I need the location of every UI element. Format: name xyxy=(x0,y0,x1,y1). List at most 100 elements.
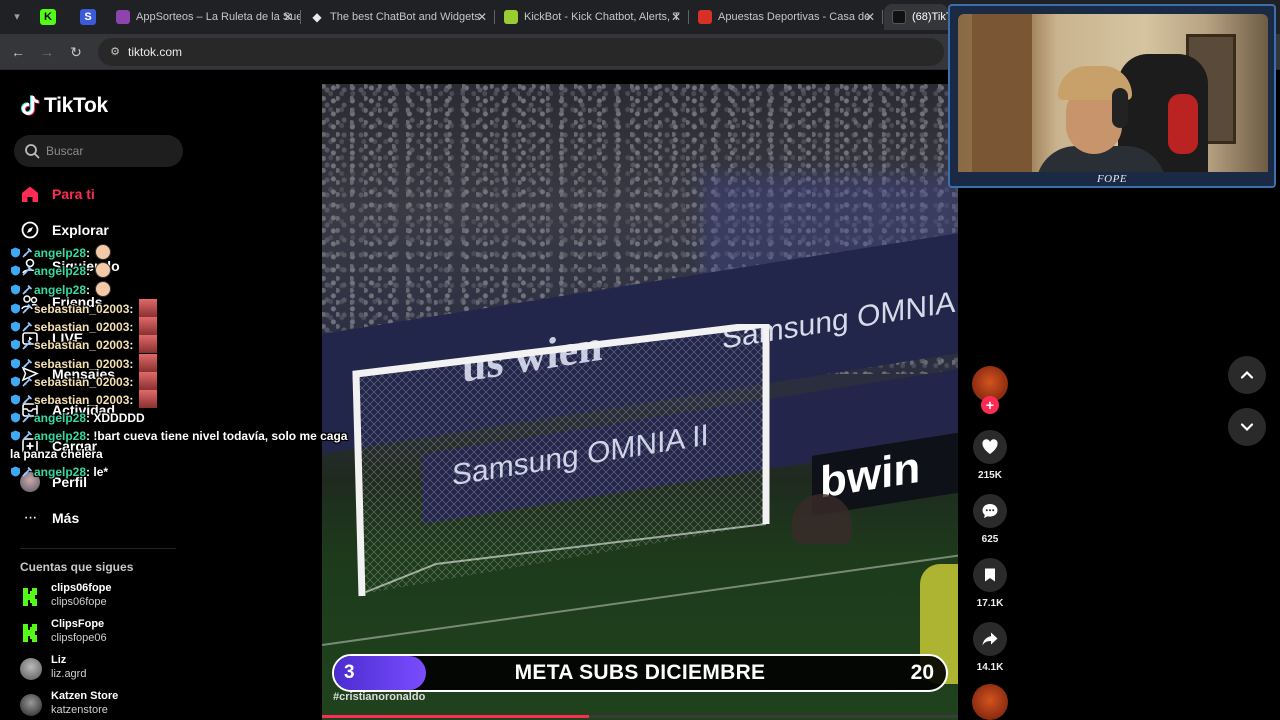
sidebar-divider xyxy=(20,548,176,549)
chat-badge-icon xyxy=(11,247,20,258)
forward-arrow-icon[interactable]: → xyxy=(37,42,57,62)
chat-text: XDDDDD xyxy=(93,410,145,425)
url-text[interactable]: tiktok.com xyxy=(128,38,182,66)
next-creator-avatar[interactable] xyxy=(972,684,1008,720)
chat-message: sebastian_02003: xyxy=(10,298,370,317)
stream-chat-overlay: angelp28: angelp28: angelp28: sebastian_… xyxy=(10,244,370,481)
browser-tab[interactable]: Apuestas Deportivas - Casa de ✕ xyxy=(690,4,883,30)
tab-close-icon[interactable]: ✕ xyxy=(477,4,487,30)
sword-badge-icon xyxy=(22,466,33,477)
chat-username: angelp28 xyxy=(34,428,87,443)
followed-account[interactable]: ClipsFope clipsfope06 xyxy=(20,618,220,650)
chat-emote xyxy=(95,280,112,297)
search-box[interactable] xyxy=(14,135,183,167)
compass-icon xyxy=(20,220,40,240)
chat-username: sebastian_02003 xyxy=(34,356,130,371)
heart-icon xyxy=(982,439,998,454)
nav-explorar[interactable]: Explorar xyxy=(20,217,220,243)
headset xyxy=(1112,88,1128,128)
comment-button[interactable]: 625 xyxy=(970,494,1010,545)
followed-account[interactable]: clips06fope clips06fope xyxy=(20,582,220,614)
nav-mas[interactable]: ··· Más xyxy=(20,505,220,531)
pinned-tab-kick[interactable]: K xyxy=(40,9,56,25)
chat-username: sebastian_02003 xyxy=(34,338,130,353)
brand-name: TikTok xyxy=(44,94,108,117)
tab-close-icon[interactable]: ✕ xyxy=(671,4,681,30)
chevron-up-icon xyxy=(1240,370,1254,379)
chat-username: sebastian_02003 xyxy=(34,375,130,390)
chevron-down-icon xyxy=(1240,423,1254,432)
tab-close-icon[interactable]: ✕ xyxy=(865,4,875,30)
share-arrow-icon xyxy=(982,632,998,646)
chat-badge-icon xyxy=(11,466,20,477)
chat-emote xyxy=(138,372,157,391)
browser-tab[interactable]: KickBot - Kick Chatbot, Alerts, T ✕ xyxy=(496,4,689,30)
chat-username: angelp28 xyxy=(34,410,87,425)
sword-badge-icon xyxy=(22,284,33,295)
back-arrow-icon[interactable]: ← xyxy=(8,42,28,62)
followed-account[interactable]: Liz liz.agrd xyxy=(20,654,220,686)
tab-favicon-icon xyxy=(698,10,712,24)
chat-message: angelp28: xyxy=(10,262,370,280)
save-button[interactable]: 17.1K xyxy=(970,558,1010,609)
kick-logo-icon xyxy=(20,586,42,608)
sub-goal-target: 20 xyxy=(910,661,934,684)
follow-plus-icon[interactable]: + xyxy=(981,396,999,414)
tab-search-chevron-icon[interactable]: ▾ xyxy=(8,8,26,26)
chat-badge-icon xyxy=(11,358,20,369)
chat-message: angelp28: xyxy=(10,244,370,262)
sword-badge-icon xyxy=(22,377,33,387)
share-button[interactable]: 14.1K xyxy=(970,622,1010,673)
tab-close-icon[interactable]: ✕ xyxy=(283,4,293,30)
bookmark-icon xyxy=(985,568,995,582)
browser-tab[interactable]: ◆ The best ChatBot and Widgets ✕ xyxy=(302,4,495,30)
like-button[interactable]: 215K xyxy=(970,430,1010,481)
reload-icon[interactable]: ↻ xyxy=(66,42,86,62)
more-icon: ··· xyxy=(23,509,38,526)
chat-badge-icon xyxy=(11,339,20,350)
chat-message: angelp28: xyxy=(10,280,370,299)
chat-username: sebastian_02003 xyxy=(34,301,130,316)
chat-emote xyxy=(138,317,157,336)
pinned-tab-streamlabs[interactable]: S xyxy=(80,9,96,25)
chat-emote xyxy=(95,262,112,279)
chat-text: le* xyxy=(93,464,109,479)
chat-emote xyxy=(138,335,157,354)
previous-video-button[interactable] xyxy=(1228,356,1266,394)
chat-message: sebastian_02003: xyxy=(10,353,370,372)
avatar xyxy=(20,694,42,716)
chat-badge-icon xyxy=(11,321,20,332)
nav-para-ti[interactable]: Para ti xyxy=(20,181,220,207)
address-bar[interactable]: ⚙ tiktok.com xyxy=(98,38,944,66)
tiktok-logo[interactable]: TikTok xyxy=(20,93,108,119)
chat-username: angelp28 xyxy=(34,282,87,297)
chat-message: angelp28: !bart cueva tiene nivel todaví… xyxy=(10,428,348,461)
chat-message: angelp28: XDDDDD xyxy=(10,409,370,427)
streamer-name: FOPE xyxy=(1096,173,1128,185)
sub-goal-widget: 3 META SUBS DICIEMBRE 20 xyxy=(332,654,948,692)
browser-tab[interactable]: AppSorteos – La Ruleta de la Suerte ✕ xyxy=(108,4,301,30)
video-player[interactable]: us wien Samsung OMNIA II Samsung OMNIA I… xyxy=(322,84,958,720)
chat-badge-icon xyxy=(11,284,20,295)
sword-badge-icon xyxy=(22,303,33,314)
followed-account[interactable]: Katzen Store katzenstore xyxy=(20,690,220,720)
chat-badge-icon xyxy=(11,303,20,314)
video-progress-bar[interactable] xyxy=(322,715,958,718)
tiktok-favicon-icon xyxy=(892,10,906,24)
chat-message: sebastian_02003: xyxy=(10,317,370,336)
chat-message: sebastian_02003: xyxy=(10,390,370,409)
chat-emote xyxy=(138,298,157,317)
chat-username: angelp28 xyxy=(34,464,87,479)
chat-badge-icon xyxy=(11,376,20,387)
sword-badge-icon xyxy=(22,340,33,351)
browser-tab-active[interactable]: (68)TikTok xyxy=(884,4,948,30)
sword-badge-icon xyxy=(22,412,33,423)
next-video-button[interactable] xyxy=(1228,408,1266,446)
chat-badge-icon xyxy=(11,430,20,441)
chat-emote xyxy=(95,244,112,260)
kick-logo-icon xyxy=(20,622,42,644)
search-input[interactable] xyxy=(46,135,176,167)
chat-badge-icon xyxy=(11,412,20,423)
site-info-icon[interactable]: ⚙ xyxy=(108,45,122,59)
video-hashtag[interactable]: #cristianoronaldo xyxy=(333,691,425,703)
